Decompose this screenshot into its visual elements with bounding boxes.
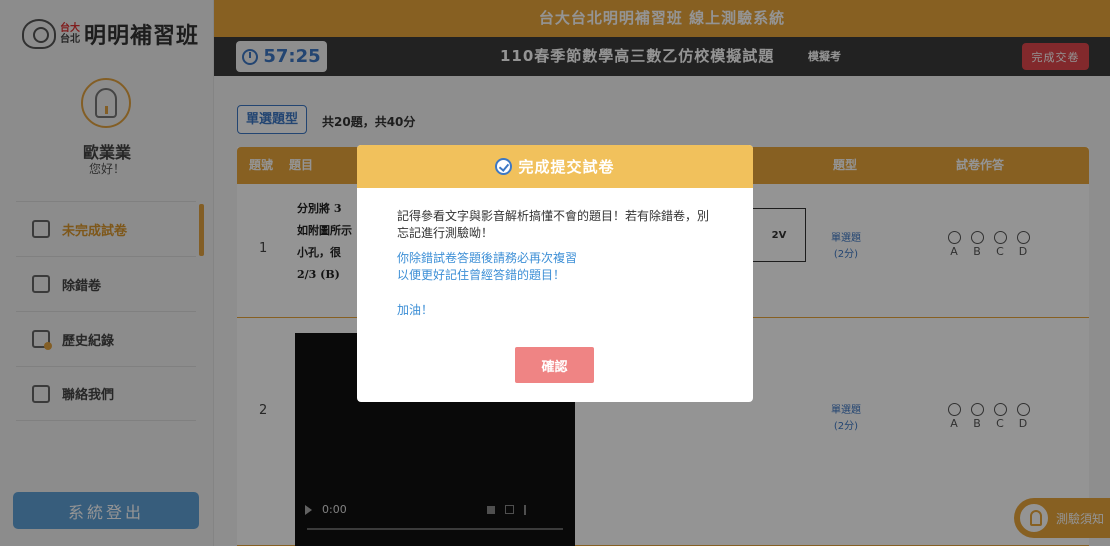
submit-complete-dialog: 完成提交試卷 記得參看文字與影音解析搞懂不會的題目！若有除錯卷，別忘記進行測驗呦…: [357, 145, 753, 402]
confirm-button[interactable]: 確認: [515, 347, 594, 383]
check-circle-icon: [495, 158, 513, 175]
dialog-cheer: 加油！: [397, 303, 434, 317]
dialog-tip-line-1: 你除錯試卷答題後請務必再次複習: [397, 251, 578, 265]
dialog-message: 記得參看文字與影音解析搞懂不會的題目！若有除錯卷，別忘記進行測驗呦！: [397, 209, 710, 240]
dialog-title: 完成提交試卷: [518, 158, 615, 176]
dialog-header: 完成提交試卷: [357, 145, 753, 188]
dialog-tip-line-2: 以便更好記住曾經答錯的題目！: [397, 268, 566, 282]
dialog-body: 記得參看文字與影音解析搞懂不會的題目！若有除錯卷，別忘記進行測驗呦！ 你除錯試卷…: [357, 188, 753, 319]
